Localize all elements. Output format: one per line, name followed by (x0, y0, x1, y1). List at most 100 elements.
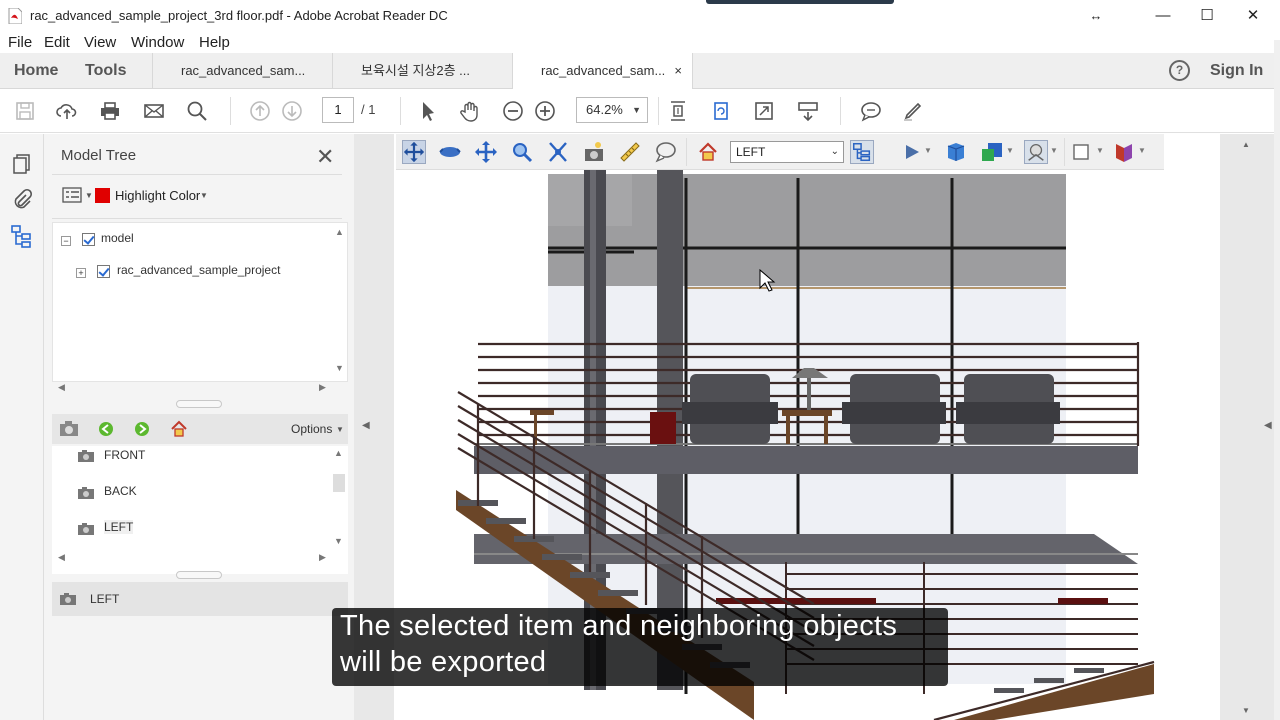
tools-tab[interactable]: Tools (85, 62, 126, 80)
scroll-left-arrow[interactable]: ◀ (58, 382, 65, 393)
comment-icon[interactable] (860, 100, 882, 122)
scroll-down-arrow[interactable]: ▼ (1242, 706, 1250, 715)
resize-icon[interactable]: ↔ (1073, 4, 1119, 28)
current-view-row[interactable]: LEFT (52, 582, 348, 616)
camera-view-icon[interactable] (58, 418, 82, 440)
previous-view-icon[interactable] (98, 421, 114, 437)
panel-splitter[interactable] (176, 571, 222, 579)
email-icon[interactable] (143, 100, 165, 122)
window-vertical-scrollbar[interactable] (1274, 40, 1280, 720)
3d-comment-tool-icon[interactable] (654, 140, 678, 164)
menu-edit[interactable]: Edit (44, 34, 70, 51)
expand-node-icon[interactable]: + (76, 268, 86, 278)
list-options-icon[interactable] (62, 187, 84, 203)
scroll-up-arrow[interactable]: ▲ (1242, 140, 1250, 149)
hand-tool-icon[interactable] (459, 100, 481, 122)
home-view-icon[interactable] (170, 420, 188, 438)
vertical-scrollbar[interactable]: ▲ ▼ (332, 446, 346, 550)
save-icon[interactable] (14, 100, 36, 122)
close-window-button[interactable]: ✕ (1230, 4, 1276, 28)
document-tab-active[interactable]: rac_advanced_sam... × (512, 53, 692, 89)
rotate-page-icon[interactable] (710, 100, 732, 122)
chevron-down-icon[interactable]: ▼ (924, 146, 932, 155)
chevron-down-icon[interactable]: ▼ (1006, 146, 1014, 155)
options-menu[interactable]: Options (291, 422, 332, 436)
walk-tool-icon[interactable] (546, 140, 570, 164)
highlight-pen-icon[interactable] (902, 100, 924, 122)
menu-file[interactable]: File (8, 34, 32, 51)
document-tab[interactable]: rac_advanced_sam... (152, 53, 332, 88)
page-total: / 1 (361, 102, 376, 117)
chevron-down-icon[interactable]: ▼ (1096, 146, 1104, 155)
view-item-left[interactable]: LEFT (104, 520, 134, 534)
scroll-mode-icon[interactable] (797, 100, 819, 122)
expand-right-panel-icon[interactable]: ◀ (1264, 420, 1272, 431)
visibility-checkbox[interactable] (97, 265, 110, 278)
collapse-left-panel-icon[interactable]: ◀ (362, 420, 370, 431)
close-panel-icon[interactable]: ✕ (316, 144, 334, 170)
chevron-down-icon[interactable]: ▼ (1138, 146, 1146, 155)
select-cursor-icon[interactable] (417, 100, 439, 122)
rotate-tool-icon[interactable] (402, 140, 426, 164)
pan-tool-icon[interactable] (474, 140, 498, 164)
sign-in-link[interactable]: Sign In (1210, 62, 1263, 80)
print-icon[interactable] (99, 100, 121, 122)
lighting-mode-icon[interactable] (1024, 140, 1048, 164)
upload-cloud-icon[interactable] (56, 100, 78, 122)
tree-node-project[interactable]: rac_advanced_sample_project (117, 263, 280, 277)
play-animation-icon[interactable] (900, 140, 924, 164)
view-item-back[interactable]: BACK (104, 484, 137, 498)
minimize-button[interactable]: — (1140, 4, 1186, 28)
cross-section-icon[interactable] (1112, 140, 1136, 164)
next-view-icon[interactable] (134, 421, 150, 437)
default-view-home-icon[interactable] (696, 140, 720, 164)
visibility-checkbox[interactable] (82, 233, 95, 246)
home-tab[interactable]: Home (14, 62, 58, 80)
document-tab[interactable]: 보육시설 지상2층 ... (332, 53, 512, 88)
measure-tool-icon[interactable] (618, 140, 642, 164)
fit-page-icon[interactable] (667, 100, 689, 122)
zoom-out-icon[interactable] (502, 100, 524, 122)
search-icon[interactable] (186, 100, 208, 122)
previous-page-icon[interactable] (249, 100, 271, 122)
model-tree-icon[interactable] (10, 224, 34, 248)
close-tab-icon[interactable]: × (674, 53, 682, 88)
spin-tool-icon[interactable] (438, 140, 462, 164)
toggle-model-tree-icon[interactable] (850, 140, 874, 164)
scroll-up-arrow[interactable]: ▲ (335, 227, 344, 237)
scroll-right-arrow[interactable]: ▶ (319, 552, 326, 563)
page-thumbnails-icon[interactable] (10, 152, 34, 176)
vertical-scrollbar[interactable]: ▲ ▼ (333, 223, 347, 381)
full-screen-icon[interactable] (753, 100, 775, 122)
next-page-icon[interactable] (281, 100, 303, 122)
page-number-input[interactable]: 1 (322, 97, 354, 123)
fly-camera-tool-icon[interactable] (582, 140, 606, 164)
view-item-front[interactable]: FRONT (104, 448, 145, 462)
background-color-icon[interactable] (1070, 140, 1094, 164)
scroll-down-arrow[interactable]: ▼ (335, 363, 344, 373)
scroll-up-arrow[interactable]: ▲ (334, 448, 343, 458)
scroll-right-arrow[interactable]: ▶ (319, 382, 326, 393)
zoom-in-icon[interactable] (534, 100, 556, 122)
model-tree-panel: Model Tree ✕ ▼ Highlight Color ▼ − model… (44, 134, 354, 720)
menu-view[interactable]: View (84, 34, 116, 51)
help-icon[interactable]: ? (1169, 60, 1190, 81)
menu-window[interactable]: Window (131, 34, 184, 51)
chevron-down-icon[interactable]: ▼ (1050, 146, 1058, 155)
tree-node-model[interactable]: model (101, 231, 134, 245)
maximize-button[interactable]: ☐ (1184, 4, 1230, 28)
collapse-node-icon[interactable]: − (61, 236, 71, 246)
attachment-icon[interactable] (10, 188, 34, 212)
projection-mode-icon[interactable] (944, 140, 968, 164)
menu-help[interactable]: Help (199, 34, 230, 51)
zoom-tool-icon[interactable] (510, 140, 534, 164)
scroll-left-arrow[interactable]: ◀ (58, 552, 65, 563)
zoom-level-select[interactable]: 64.2% ▼ (576, 97, 648, 123)
window-drag-handle[interactable] (706, 0, 894, 4)
scroll-down-arrow[interactable]: ▼ (334, 536, 343, 546)
view-select[interactable]: LEFT ⌄ (730, 141, 844, 163)
panel-splitter[interactable] (176, 400, 222, 408)
scrollbar-thumb[interactable] (333, 474, 345, 492)
render-mode-icon[interactable] (980, 140, 1004, 164)
highlight-color-swatch[interactable] (95, 188, 110, 203)
